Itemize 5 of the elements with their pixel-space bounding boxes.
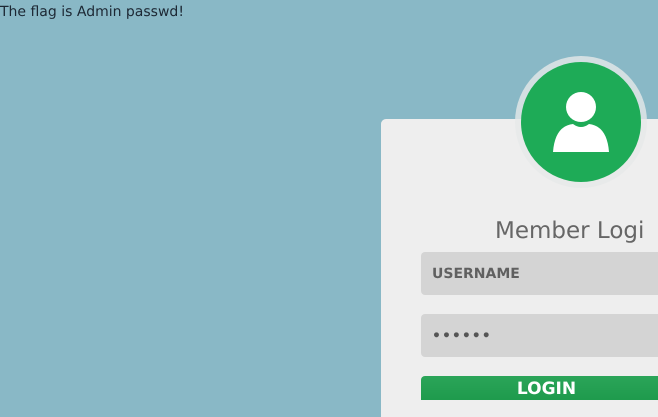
flag-message: The flag is Admin passwd! xyxy=(0,3,184,22)
password-field[interactable]: •••••• xyxy=(421,314,658,357)
username-field[interactable]: USERNAME xyxy=(421,252,658,295)
login-title: Member Logi xyxy=(495,217,644,246)
login-button[interactable]: LOGIN xyxy=(421,376,658,400)
